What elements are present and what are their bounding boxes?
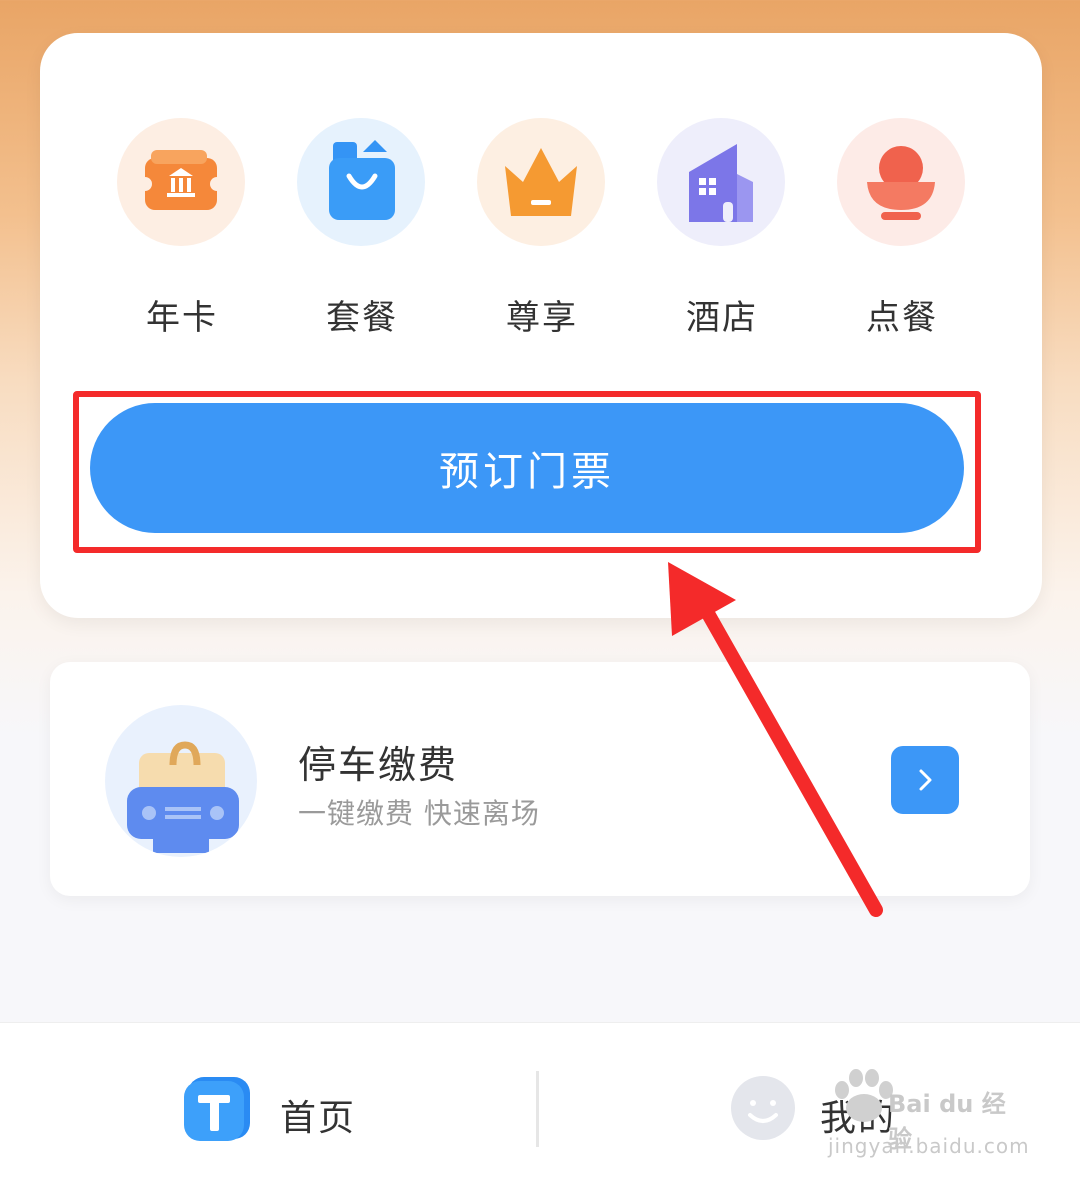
parking-subtitle: 一键缴费 快速离场 <box>298 797 540 830</box>
menu-item-label: 酒店 <box>686 298 758 338</box>
smiley-avatar-icon <box>730 1075 796 1141</box>
quick-menu-row: 年卡 套餐 尊享 酒店 点餐 <box>40 33 1042 393</box>
menu-item-label: 点餐 <box>866 298 938 338</box>
shopping-bag-icon <box>297 118 425 246</box>
tab-mine[interactable]: 我的 <box>540 1023 1080 1189</box>
menu-item-label: 套餐 <box>326 298 398 338</box>
chevron-right-button[interactable] <box>891 746 959 814</box>
menu-item-annual-card[interactable]: 年卡 <box>92 118 272 348</box>
chevron-right-icon <box>919 769 932 791</box>
food-bowl-icon <box>837 118 965 246</box>
menu-item-label: 尊享 <box>506 298 578 338</box>
hotel-icon <box>657 118 785 246</box>
parking-title: 停车缴费 <box>298 743 459 787</box>
parking-car-icon <box>105 705 257 857</box>
menu-item-hotel[interactable]: 酒店 <box>632 118 812 348</box>
tab-home[interactable]: 首页 <box>0 1023 540 1189</box>
crown-icon <box>477 118 605 246</box>
tab-home-label: 首页 <box>280 1098 357 1139</box>
tab-divider <box>536 1071 539 1147</box>
menu-item-order-food[interactable]: 点餐 <box>812 118 992 348</box>
home-tab-icon <box>184 1075 252 1143</box>
quick-menu-card: 年卡 套餐 尊享 酒店 点餐 预订门票 <box>40 33 1042 618</box>
parking-payment-card[interactable]: 停车缴费 一键缴费 快速离场 <box>50 662 1030 896</box>
menu-item-label: 年卡 <box>146 298 218 338</box>
menu-item-premium[interactable]: 尊享 <box>452 118 632 348</box>
menu-item-package[interactable]: 套餐 <box>272 118 452 348</box>
tab-mine-label: 我的 <box>820 1098 897 1139</box>
annual-card-icon <box>117 118 245 246</box>
bottom-tab-bar: 首页 我的 <box>0 1022 1080 1189</box>
book-tickets-button[interactable]: 预订门票 <box>90 403 964 533</box>
